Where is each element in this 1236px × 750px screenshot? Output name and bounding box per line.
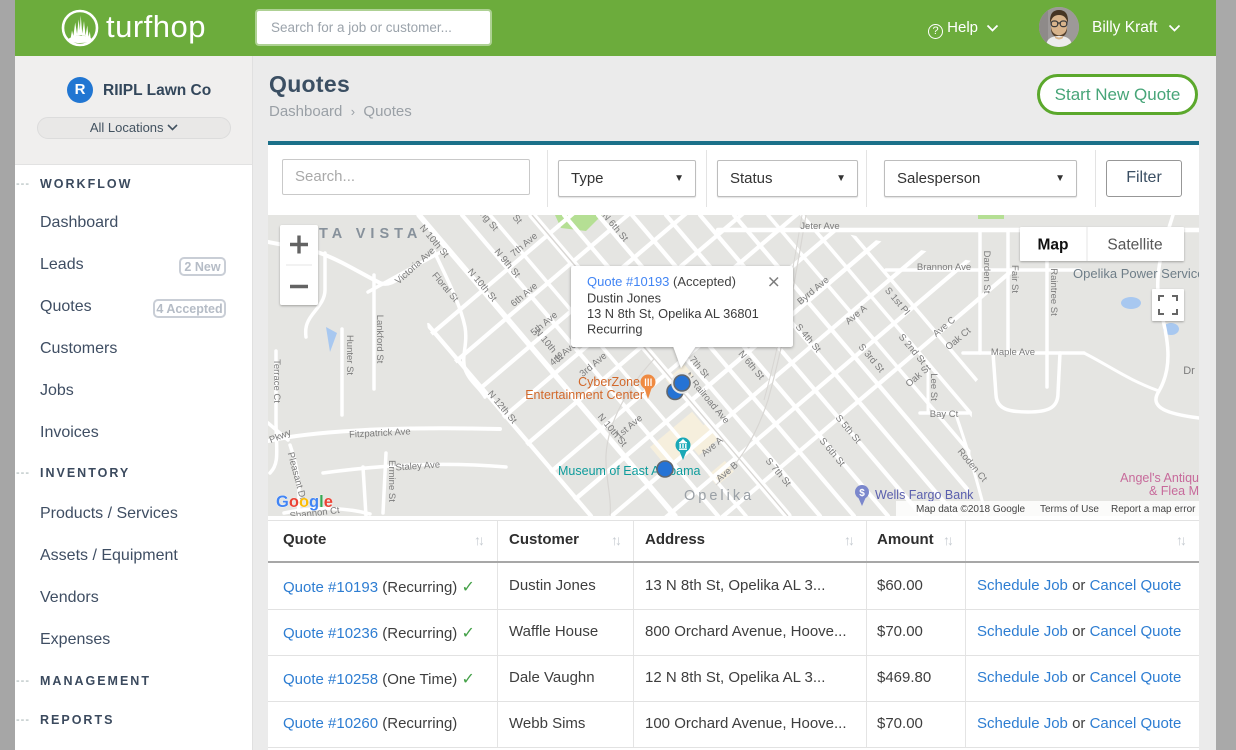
- svg-text:Google: Google: [276, 493, 333, 511]
- svg-text:Dustin Jones: Dustin Jones: [587, 291, 661, 306]
- svg-text:Report a map error: Report a map error: [1111, 504, 1196, 515]
- svg-text:Museum of East Alabama: Museum of East Alabama: [558, 464, 700, 478]
- svg-text:Darden St: Darden St: [981, 251, 992, 294]
- svg-text:Jeter Ave: Jeter Ave: [800, 221, 839, 232]
- svg-text:Bay Ct: Bay Ct: [930, 409, 959, 420]
- svg-text:Hunter St: Hunter St: [344, 335, 355, 375]
- svg-text:Brannon Ave: Brannon Ave: [917, 262, 971, 273]
- svg-text:Maple Ave: Maple Ave: [991, 347, 1035, 358]
- svg-text:Opelika Power Service: Opelika Power Service: [1073, 266, 1199, 281]
- svg-text:13 N 8th St, Opelika AL 36801: 13 N 8th St, Opelika AL 36801: [587, 306, 759, 321]
- svg-text:Satellite: Satellite: [1107, 237, 1162, 254]
- svg-text:& Flea M: & Flea M: [1149, 484, 1199, 498]
- svg-text:Terrace Ct: Terrace Ct: [271, 359, 282, 403]
- svg-text:Ermine St: Ermine St: [386, 460, 397, 502]
- svg-text:Raintree St: Raintree St: [1048, 268, 1059, 316]
- svg-text:Angel's Antiqu: Angel's Antiqu: [1120, 471, 1199, 485]
- svg-text:TA VISTA: TA VISTA: [319, 226, 422, 242]
- svg-text:Terms of Use: Terms of Use: [1040, 504, 1099, 515]
- svg-text:Recurring: Recurring: [587, 322, 642, 337]
- svg-text:Map: Map: [1038, 237, 1069, 254]
- svg-text:Opelika: Opelika: [684, 488, 754, 504]
- svg-text:Entertainment Center: Entertainment Center: [525, 388, 644, 402]
- svg-text:Wells Fargo Bank: Wells Fargo Bank: [875, 488, 974, 502]
- svg-text:Map data ©2018 Google: Map data ©2018 Google: [916, 504, 1026, 515]
- svg-text:Lee St: Lee St: [928, 373, 939, 401]
- svg-text:Quote #10193 (Accepted): Quote #10193 (Accepted): [587, 274, 736, 289]
- svg-text:$: $: [859, 488, 865, 499]
- svg-text:Fair St: Fair St: [1009, 265, 1020, 293]
- svg-text:Lankford St: Lankford St: [374, 315, 385, 364]
- svg-text:CyberZone: CyberZone: [578, 375, 640, 389]
- svg-text:Dr: Dr: [1183, 365, 1195, 377]
